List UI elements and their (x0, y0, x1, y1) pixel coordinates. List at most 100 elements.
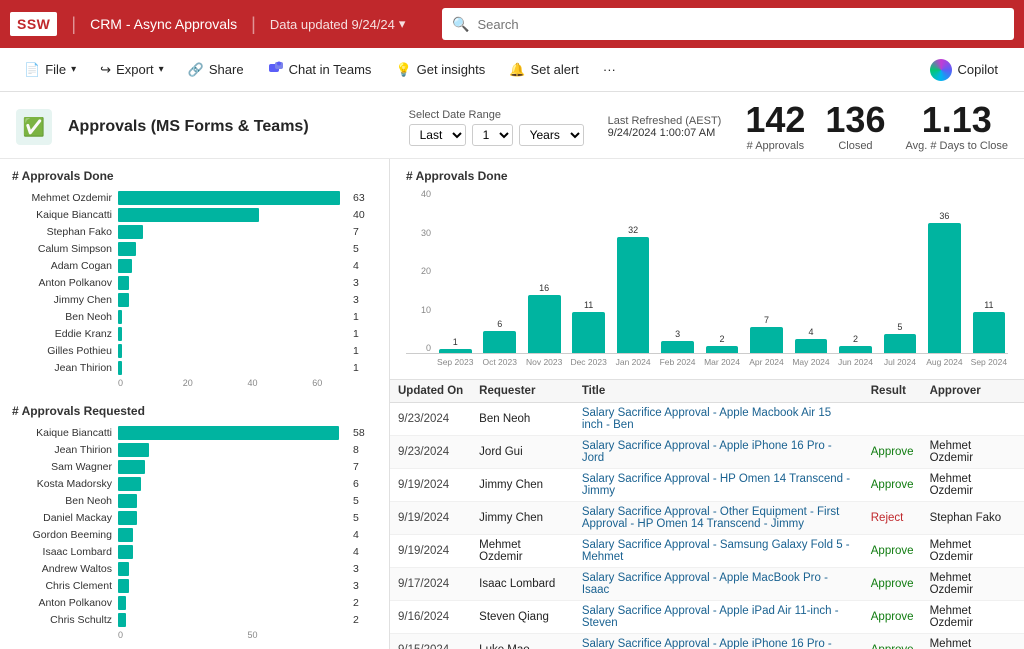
table-row[interactable]: 9/15/2024 Luke Mao Salary Sacrifice Appr… (390, 634, 1024, 649)
chart1-bar-row: Gilles Pothieu 1 (12, 344, 377, 358)
col-result: Result (863, 380, 922, 403)
menu-set-alert[interactable]: 🔔 Set alert (499, 56, 589, 84)
report-icon: ✅ (16, 109, 52, 145)
cell-title: Salary Sacrifice Approval - Apple iPhone… (574, 634, 863, 649)
bar-fill (118, 579, 129, 593)
bar-fill (118, 344, 122, 358)
chart2-bars: Kaique Biancatti 58 Jean Thirion 8 Sam W… (12, 426, 377, 627)
bar-label: Adam Cogan (12, 260, 112, 272)
vert-bar-value: 2 (853, 334, 858, 344)
cell-result (863, 403, 922, 436)
refreshed-value: 9/24/2024 1:00:07 AM (608, 127, 722, 139)
y-axis-labels: 0 10 20 30 40 (406, 189, 434, 353)
table-row[interactable]: 9/16/2024 Steven Qiang Salary Sacrifice … (390, 601, 1024, 634)
vert-bar (617, 237, 650, 353)
table-area[interactable]: Updated On Requester Title Result Approv… (390, 379, 1024, 649)
table-row[interactable]: 9/23/2024 Ben Neoh Salary Sacrifice Appr… (390, 403, 1024, 436)
menu-file[interactable]: 📄 File ▾ (14, 56, 86, 84)
table-body: 9/23/2024 Ben Neoh Salary Sacrifice Appr… (390, 403, 1024, 649)
bar-track (118, 426, 347, 440)
bar-track (118, 259, 347, 273)
x-axis-label: Feb 2024 (658, 357, 696, 367)
menu-share[interactable]: 🔗 Share (178, 56, 254, 84)
chart2-title: # Approvals Requested (12, 404, 377, 418)
bar-fill (118, 494, 137, 508)
cell-requester: Isaac Lombard (471, 568, 574, 601)
vert-bar (839, 346, 872, 353)
menu-export[interactable]: ↪ Export ▾ (90, 56, 174, 84)
cell-title: Salary Sacrifice Approval - Samsung Gala… (574, 535, 863, 568)
cell-result: Approve (863, 568, 922, 601)
menu-get-insights[interactable]: 💡 Get insights (385, 56, 495, 84)
chart1-bar-row: Ben Neoh 1 (12, 310, 377, 324)
table-row[interactable]: 9/19/2024 Jimmy Chen Salary Sacrifice Ap… (390, 502, 1024, 535)
bar-label: Sam Wagner (12, 461, 112, 473)
data-updated: Data updated 9/24/24 ▾ (270, 16, 406, 32)
bar-value: 6 (353, 478, 377, 490)
vert-bar-value: 1 (453, 337, 458, 347)
chart1-bar-row: Eddie Kranz 1 (12, 327, 377, 341)
table-row[interactable]: 9/23/2024 Jord Gui Salary Sacrifice Appr… (390, 436, 1024, 469)
body-grid: # Approvals Done Mehmet Ozdemir 63 Kaiqu… (0, 159, 1024, 649)
date-range-number-select[interactable]: 1 (472, 124, 513, 146)
bar-fill (118, 460, 145, 474)
bar-track (118, 477, 347, 491)
menu-chat-in-teams[interactable]: Chat in Teams (258, 54, 382, 86)
bar-track (118, 344, 347, 358)
search-bar[interactable]: 🔍 (442, 8, 1014, 40)
bar-label: Jean Thirion (12, 362, 112, 374)
vert-bar-col: 36 (925, 211, 963, 354)
cell-result: Approve (863, 436, 922, 469)
date-range-period-select[interactable]: Last (409, 124, 466, 146)
x-axis-label: Sep 2024 (970, 357, 1008, 367)
subtitle-divider: | (251, 14, 256, 35)
bar-track (118, 494, 347, 508)
bar-value: 3 (353, 563, 377, 575)
chart2-bar-row: Sam Wagner 7 (12, 460, 377, 474)
cell-result: Approve (863, 634, 922, 649)
bar-track (118, 596, 347, 610)
table-row[interactable]: 9/19/2024 Mehmet Ozdemir Salary Sacrific… (390, 535, 1024, 568)
title-divider: | (71, 14, 76, 35)
bar-track (118, 613, 347, 627)
bar-fill (118, 225, 143, 239)
cell-approver: Mehmet Ozdemir (922, 634, 1024, 649)
left-panel: # Approvals Done Mehmet Ozdemir 63 Kaiqu… (0, 159, 390, 649)
chart2-bar-row: Kaique Biancatti 58 (12, 426, 377, 440)
bar-label: Jean Thirion (12, 444, 112, 456)
chevron-icon: ▾ (159, 64, 164, 75)
menu-bar: 📄 File ▾ ↪ Export ▾ 🔗 Share Chat in Team… (0, 48, 1024, 92)
bar-value: 2 (353, 597, 377, 609)
col-requester: Requester (471, 380, 574, 403)
bar-fill (118, 327, 122, 341)
vert-bar-col: 4 (792, 327, 830, 354)
bar-track (118, 545, 347, 559)
vert-bar-value: 7 (764, 315, 769, 325)
chart1-bars: Mehmet Ozdemir 63 Kaique Biancatti 40 St… (12, 191, 377, 375)
bar-track (118, 276, 347, 290)
bar-track (118, 528, 347, 542)
table-row[interactable]: 9/17/2024 Isaac Lombard Salary Sacrifice… (390, 568, 1024, 601)
copilot-button[interactable]: Copilot (918, 53, 1010, 87)
vert-bar-value: 6 (497, 319, 502, 329)
chart2-bar-row: Isaac Lombard 4 (12, 545, 377, 559)
bar-value: 5 (353, 495, 377, 507)
bar-track (118, 191, 347, 205)
vert-bar-col: 5 (881, 322, 919, 353)
bar-value: 4 (353, 546, 377, 558)
table-row[interactable]: 9/19/2024 Jimmy Chen Salary Sacrifice Ap… (390, 469, 1024, 502)
chart2-bar-row: Jean Thirion 8 (12, 443, 377, 457)
date-range-controls: Last 1 Years (409, 124, 584, 146)
main-content: ✅ Approvals (MS Forms & Teams) Select Da… (0, 92, 1024, 649)
search-input[interactable] (477, 17, 1004, 32)
approvals-table: Updated On Requester Title Result Approv… (390, 380, 1024, 649)
vert-bar (572, 312, 605, 353)
cell-date: 9/23/2024 (390, 403, 471, 436)
bar-fill (118, 259, 132, 273)
chart1-bar-row: Mehmet Ozdemir 63 (12, 191, 377, 205)
col-approver: Approver (922, 380, 1024, 403)
cell-date: 9/23/2024 (390, 436, 471, 469)
menu-more[interactable]: ··· (593, 56, 626, 83)
date-range-unit-select[interactable]: Years (519, 124, 584, 146)
x-axis-label: Dec 2023 (569, 357, 607, 367)
